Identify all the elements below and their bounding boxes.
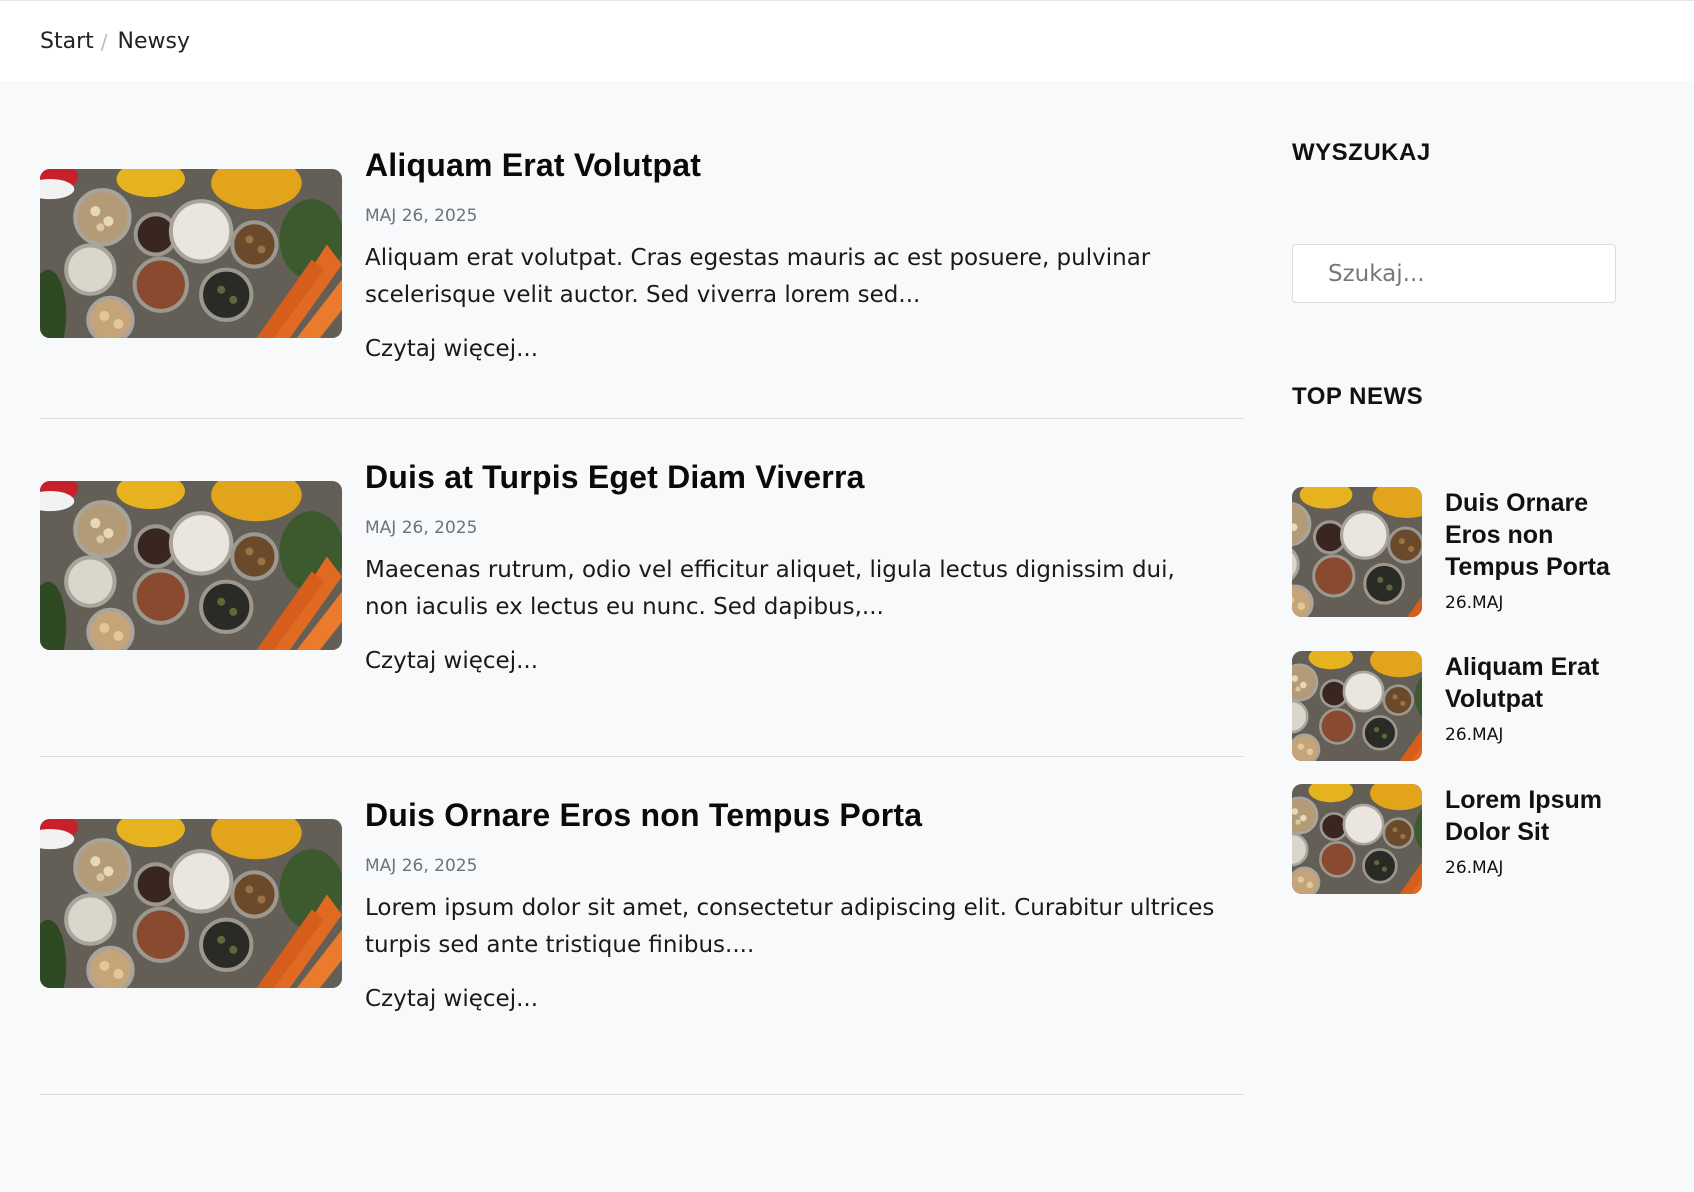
article-date: MAJ 26, 2025 (365, 856, 478, 876)
article-item: Aliquam Erat Volutpat MAJ 26, 2025 Aliqu… (40, 81, 1244, 419)
read-more-link[interactable]: Czytaj więcej... (365, 336, 538, 362)
top-news-thumbnail[interactable] (1292, 651, 1422, 761)
top-news-date: 26.MAJ (1445, 593, 1504, 613)
breadcrumb-separator: / (100, 29, 108, 54)
article-thumbnail[interactable] (40, 169, 342, 338)
top-news-title[interactable]: Duis Ornare Eros non Tempus Porta (1445, 487, 1645, 583)
article-title[interactable]: Duis Ornare Eros non Tempus Porta (365, 797, 1244, 834)
read-more-link[interactable]: Czytaj więcej... (365, 986, 538, 1012)
article-item: Duis Ornare Eros non Tempus Porta MAJ 26… (40, 757, 1244, 1095)
search-heading: WYSZUKAJ (1292, 139, 1431, 166)
top-news-heading: TOP NEWS (1292, 383, 1424, 410)
top-news-date: 26.MAJ (1445, 725, 1504, 745)
article-excerpt: Lorem ipsum dolor sit amet, consectetur … (365, 895, 1215, 958)
article-date: MAJ 26, 2025 (365, 206, 478, 226)
read-more-link[interactable]: Czytaj więcej... (365, 648, 538, 674)
article-thumbnail[interactable] (40, 819, 342, 988)
article-thumbnail[interactable] (40, 481, 342, 650)
article-excerpt: Aliquam erat volutpat. Cras egestas maur… (365, 245, 1151, 308)
breadcrumb: Start / Newsy (40, 29, 190, 54)
top-news-title[interactable]: Lorem Ipsum Dolor Sit (1445, 784, 1645, 848)
article-excerpt: Maecenas rutrum, odio vel efficitur aliq… (365, 557, 1175, 620)
article-title[interactable]: Duis at Turpis Eget Diam Viverra (365, 459, 1244, 496)
article-title[interactable]: Aliquam Erat Volutpat (365, 147, 1244, 184)
breadcrumb-bar: Start / Newsy (0, 0, 1694, 81)
top-news-title[interactable]: Aliquam Erat Volutpat (1445, 651, 1645, 715)
article-item: Duis at Turpis Eget Diam Viverra MAJ 26,… (40, 419, 1244, 757)
top-news-thumbnail[interactable] (1292, 784, 1422, 894)
top-news-date: 26.MAJ (1445, 858, 1504, 878)
article-date: MAJ 26, 2025 (365, 518, 478, 538)
breadcrumb-home-link[interactable]: Start (40, 29, 94, 54)
top-news-thumbnail[interactable] (1292, 487, 1422, 617)
article-list: Aliquam Erat Volutpat MAJ 26, 2025 Aliqu… (40, 81, 1244, 1095)
search-input[interactable] (1292, 244, 1616, 303)
breadcrumb-current: Newsy (117, 29, 190, 54)
